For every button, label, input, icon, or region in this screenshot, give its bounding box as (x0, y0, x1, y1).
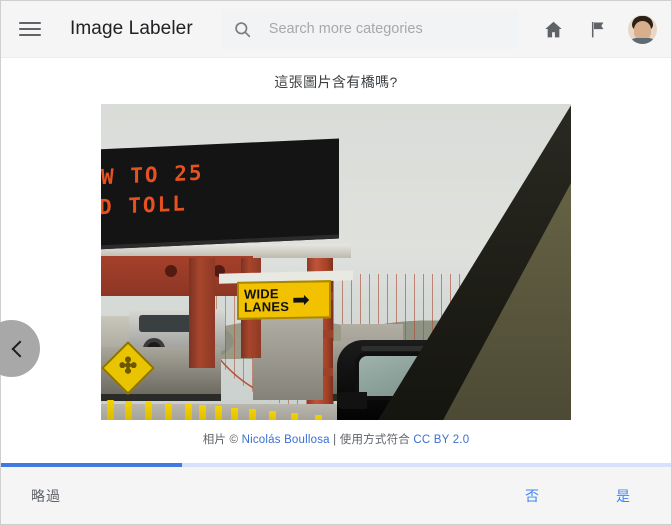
caption-prefix: 相片 © (202, 434, 242, 446)
question-text: 這張圖片含有橋嗎? (274, 74, 398, 90)
yes-button[interactable]: 是 (608, 480, 639, 512)
search-input[interactable] (268, 21, 507, 37)
caption-usage: 使用方式符合 (339, 434, 414, 446)
vms-line-2: D TOLL (101, 191, 187, 220)
caption-author-link[interactable]: Nicolás Boullosa (242, 434, 330, 446)
avatar[interactable] (628, 14, 657, 44)
menu-bar-1 (19, 22, 41, 24)
wide-lanes-text: WIDE LANES (239, 286, 290, 315)
photo-caption: 相片 © Nicolás Boullosa | 使用方式符合 CC BY 2.0 (203, 431, 470, 447)
bollard-row (107, 394, 367, 420)
menu-bar-2 (19, 28, 41, 30)
avatar-face (634, 20, 651, 40)
vms-line-1: W TO 25 (101, 160, 204, 190)
hamburger-menu-icon[interactable] (19, 14, 49, 44)
search-icon (233, 19, 253, 39)
flag-icon[interactable] (580, 12, 614, 46)
action-bar: 略過 否 是 (1, 467, 671, 524)
wide-lanes-sign: WIDE LANES ➡ (237, 280, 331, 320)
app-header: Image Labeler (1, 1, 671, 58)
task-content: 這張圖片含有橋嗎? W TO 25 D TOLL WIDE LANES ➡ 相片… (0, 58, 671, 466)
app-title: Image Labeler (70, 18, 193, 39)
caption-license-link[interactable]: CC BY 2.0 (413, 434, 469, 446)
avatar-shirt (630, 37, 655, 44)
search-box[interactable] (220, 9, 519, 49)
no-button[interactable]: 否 (517, 480, 548, 512)
menu-bar-3 (19, 34, 41, 36)
caption-separator: | (329, 434, 340, 446)
home-icon[interactable] (536, 12, 570, 46)
skip-button[interactable]: 略過 (23, 480, 69, 512)
chevron-left-icon (11, 340, 28, 357)
wide-lanes-line-2: LANES (244, 298, 290, 315)
wide-lanes-arrow-icon: ➡ (292, 288, 310, 312)
variable-message-sign: W TO 25 D TOLL (101, 138, 339, 250)
gantry-leg-1 (189, 258, 215, 368)
previous-image-button[interactable] (0, 320, 40, 377)
gantry-light-1 (165, 265, 177, 277)
car-side-mirror (337, 392, 367, 409)
task-photo: W TO 25 D TOLL WIDE LANES ➡ (101, 104, 571, 420)
